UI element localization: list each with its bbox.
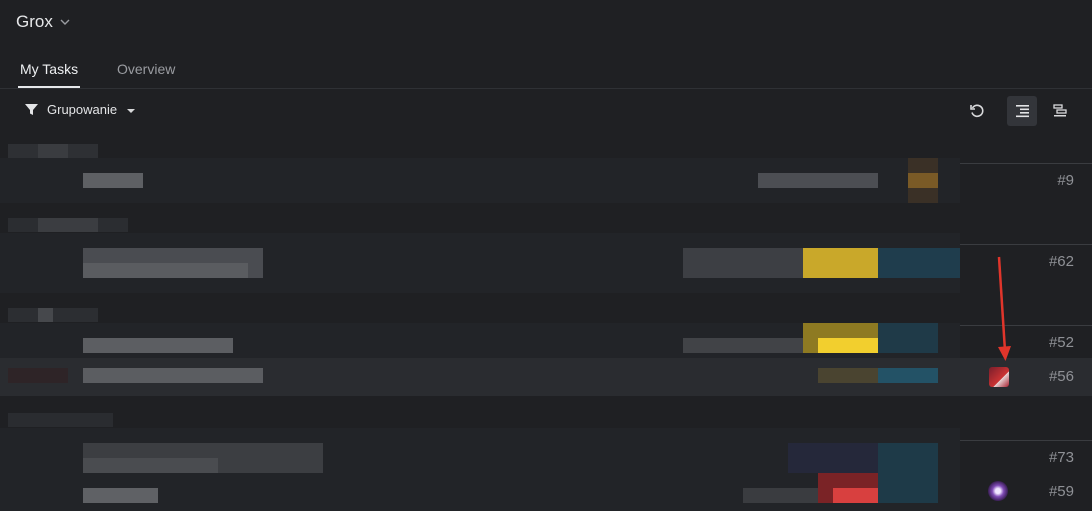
task-meta-redacted — [683, 248, 803, 278]
task-meta-redacted — [758, 173, 878, 188]
yellow-tag-bright — [818, 338, 878, 353]
toolbar: Grupowanie — [0, 94, 1092, 130]
redacted-block — [38, 144, 68, 158]
refresh-button[interactable] — [962, 96, 992, 126]
task-number[interactable]: #9 — [1057, 172, 1074, 189]
redacted-block — [38, 218, 98, 232]
task-title-redacted — [83, 173, 143, 188]
redacted-block — [8, 368, 68, 383]
row-separator — [960, 244, 1092, 245]
task-number[interactable]: #52 — [1049, 334, 1074, 351]
tab-bar: My Tasks Overview — [0, 52, 1092, 89]
tab-my-tasks[interactable]: My Tasks — [17, 61, 81, 88]
task-title-redacted — [83, 368, 263, 383]
yellow-tag — [803, 248, 878, 278]
task-meta-redacted — [683, 338, 803, 353]
task-number[interactable]: #56 — [1049, 368, 1074, 385]
task-title-redacted — [83, 263, 248, 278]
teal-tag — [878, 248, 960, 278]
tag-redacted — [818, 368, 878, 383]
group-header-redacted — [8, 413, 113, 427]
task-number[interactable]: #59 — [1049, 483, 1074, 500]
group-header-redacted — [8, 308, 98, 322]
project-title: Grox — [16, 12, 53, 31]
task-meta-redacted — [743, 488, 818, 503]
assignee-avatar[interactable] — [988, 481, 1008, 501]
refresh-icon — [970, 104, 984, 118]
task-title-redacted — [83, 488, 158, 503]
grouping-button[interactable]: Grupowanie — [24, 102, 136, 117]
align-right-icon — [1016, 105, 1029, 118]
app-window: Grox My Tasks Overview Grupowanie #9 #62… — [0, 0, 1092, 511]
task-number[interactable]: #73 — [1049, 449, 1074, 466]
project-switcher[interactable]: Grox — [16, 12, 71, 32]
teal-tag — [878, 473, 938, 503]
redacted-block — [38, 308, 53, 322]
tag-redacted — [788, 443, 878, 473]
timeline-view-button[interactable] — [1045, 96, 1075, 126]
teal-tag — [878, 443, 938, 473]
task-list: #9 #62 #52 #56 #73 #59 — [0, 140, 1092, 511]
teal-tag — [878, 323, 938, 353]
grouping-label: Grupowanie — [47, 102, 118, 117]
red-tag-bright — [833, 488, 878, 503]
teal-tag — [878, 368, 938, 383]
row-separator — [960, 440, 1092, 441]
annotation-arrow-icon — [997, 256, 1011, 361]
tab-overview[interactable]: Overview — [117, 61, 175, 77]
task-title-redacted — [83, 458, 218, 473]
chevron-down-icon — [60, 19, 70, 25]
list-view-button[interactable] — [1007, 96, 1037, 126]
row-separator — [960, 163, 1092, 164]
assignee-avatar[interactable] — [989, 367, 1009, 387]
status-tag-color — [908, 173, 938, 188]
caret-down-icon — [127, 108, 136, 113]
timeline-icon — [1053, 104, 1067, 117]
row-separator — [960, 325, 1092, 326]
task-title-redacted — [83, 338, 233, 353]
task-number[interactable]: #62 — [1049, 253, 1074, 270]
filter-icon — [25, 104, 38, 115]
